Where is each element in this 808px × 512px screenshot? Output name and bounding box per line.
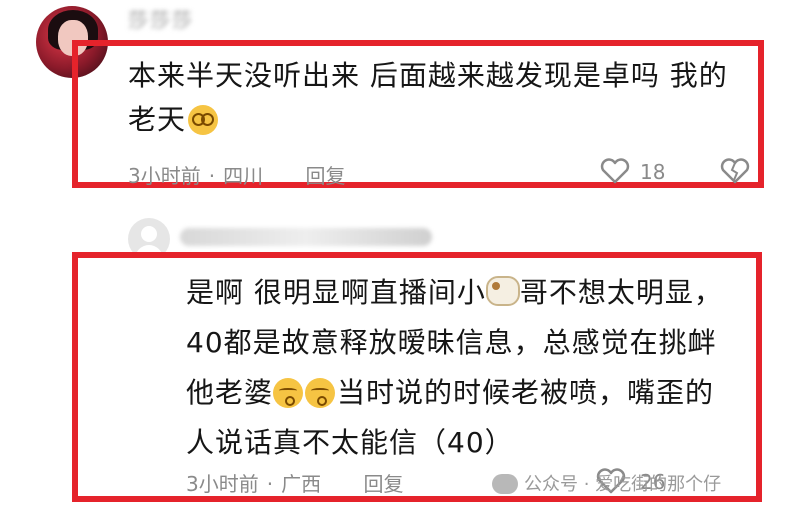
separator: · [208,164,216,188]
separator: · [266,472,274,496]
comment-text-fragment: 哥不想太明显， [519,276,723,309]
comment-line: 老天 [128,98,758,142]
location: 四川 [223,164,264,188]
comment-text-fragment: 当时说的时候老被喷，嘴歪的 [337,376,715,409]
comment-meta: 3小时前 · 广西 回复 [186,468,403,497]
dizzy-face-emoji [188,105,219,135]
comment-line: 人说话真不太能信（40） [186,426,514,459]
like-count: 18 [640,160,666,184]
comment-line: 他老婆 当时说的时候老被喷，嘴歪的 [186,368,746,418]
comment-text-fragment: 老天 [128,103,187,136]
comment-text-fragment: 他老婆 [186,376,274,409]
reply-button[interactable]: 回复 [363,472,403,496]
comment-meta: 3小时前 · 四川 回复 [128,160,345,189]
username[interactable]: 莎莎莎 [128,4,194,33]
ram-emoji [485,276,520,306]
dislike-heart-icon[interactable] [720,158,750,184]
watermark: 公众号 · 爱吃街的那个仔 [492,470,721,496]
kissing-face-emoji [273,378,304,408]
comment-line: 本来半天没听出来 后面越来越发现是卓吗 我的 [128,59,728,92]
wechat-icon [492,474,518,494]
avatar-head [141,226,157,242]
heart-icon[interactable] [600,158,630,184]
username-blurred[interactable] [180,228,432,246]
comment-line: 40都是故意释放暧昧信息，总感觉在挑衅 [186,326,717,359]
comment-text: 本来半天没听出来 后面越来越发现是卓吗 我的 老天 [128,54,758,142]
timestamp: 3小时前 [128,164,201,188]
timestamp: 3小时前 [186,472,259,496]
comment-line: 是啊 很明显啊直播间小 哥不想太明显， [186,268,746,318]
location: 广西 [281,472,322,496]
watermark-text: 公众号 · 爱吃街的那个仔 [524,474,722,495]
comment-text: 是啊 很明显啊直播间小 哥不想太明显， 40都是故意释放暧昧信息，总感觉在挑衅 他… [186,268,746,468]
kissing-face-emoji [305,378,336,408]
comment-text-fragment: 是啊 很明显啊直播间小 [186,276,486,309]
reply-button[interactable]: 回复 [305,164,345,188]
